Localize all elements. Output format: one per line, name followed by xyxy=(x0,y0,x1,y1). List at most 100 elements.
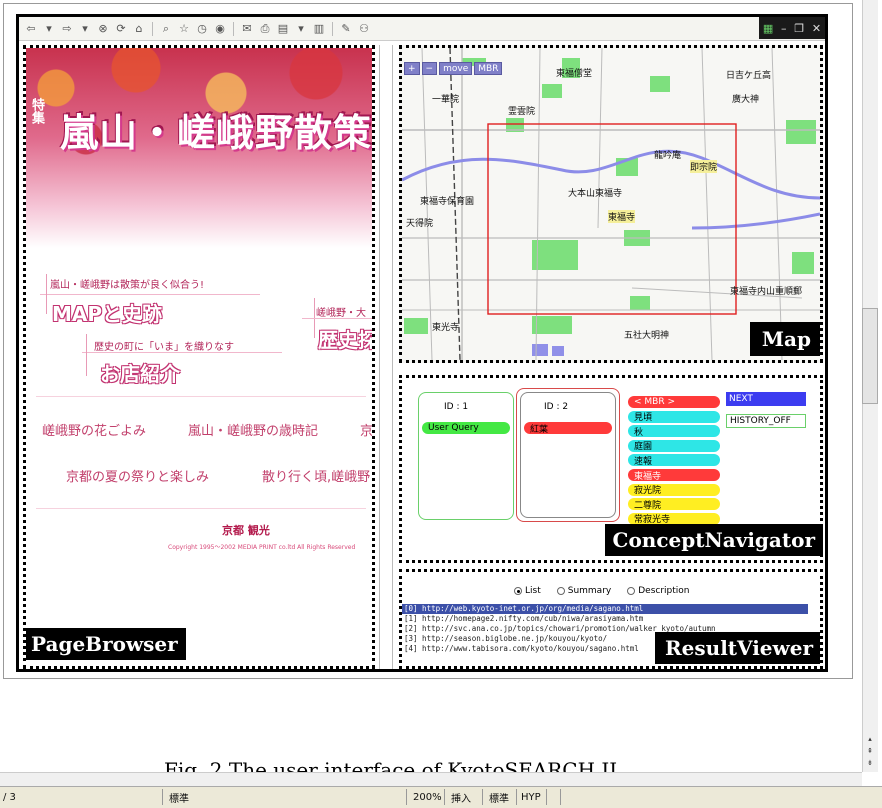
radio-description[interactable]: Description xyxy=(627,586,690,596)
map-place-label[interactable]: 廣大神 xyxy=(732,92,759,105)
map-place-label[interactable]: 龍吟庵 xyxy=(654,148,681,161)
map-place-label[interactable]: 日吉ケ丘高 xyxy=(726,68,771,81)
figure-caption: Fig. 2 The user interface of KyotoSEARCH… xyxy=(164,758,618,772)
map-place-label[interactable]: 東福僧堂 xyxy=(556,66,592,79)
zoom-indicator[interactable]: 200% xyxy=(410,790,442,804)
dropdown-icon[interactable]: ▾ xyxy=(77,21,93,37)
next-button[interactable]: NEXT xyxy=(726,392,806,406)
map-place-label[interactable]: 東福寺内山重順郵 xyxy=(730,284,802,297)
media-icon[interactable]: ◉ xyxy=(212,21,228,37)
map-place-label[interactable]: 東光寺 xyxy=(432,320,459,333)
browser-toolbar: ⇦ ▾ ⇨ ▾ ⊗ ⟳ ⌂ ⌕ ☆ ◷ ◉ ✉ ⎙ ▤ ▾ ▥ ✎ ⚇ ▦ – … xyxy=(19,17,825,41)
vertical-scroll-thumb[interactable] xyxy=(862,308,878,404)
page-browser-pane: 特集 嵐山・嵯峨野散策 嵐山・嵯峨野は散策が良く似合う! MAPと史跡 嵯峨野・… xyxy=(23,45,375,669)
dropdown-icon[interactable]: ▾ xyxy=(293,21,309,37)
minimize-icon[interactable]: – xyxy=(781,22,787,35)
map-place-label[interactable]: 天得院 xyxy=(406,216,433,229)
link-map-history[interactable]: MAPと史跡 xyxy=(52,298,162,327)
concept-box-1-item[interactable]: User Query xyxy=(422,422,510,434)
map-pane: + − move MBR 東福僧堂 日吉ケ丘高 一華院 霊雲院 廣大神 龍吟庵 … xyxy=(399,45,823,363)
dropdown-icon[interactable]: ▾ xyxy=(41,21,57,37)
restore-icon[interactable]: ❐ xyxy=(794,22,804,35)
town-subtitle: 歴史の町に「いま」を織りなす xyxy=(94,342,234,353)
stop-icon[interactable]: ⊗ xyxy=(95,21,111,37)
divider xyxy=(40,294,260,295)
concept-pill[interactable]: 寂光院 xyxy=(628,483,720,496)
reload-icon[interactable]: ⟳ xyxy=(113,21,129,37)
result-viewer-pane: List Summary Description [0] http://web.… xyxy=(399,569,823,669)
concept-pill[interactable]: 秋 xyxy=(628,425,720,438)
concept-pill[interactable]: 速報 xyxy=(628,454,720,467)
kyoto-kanko-logo: 京都 観光 xyxy=(222,524,270,537)
map-place-label[interactable]: 五社大明神 xyxy=(624,328,669,341)
result-row[interactable]: [1] http://homepage2.nifty.com/cub/niwa/… xyxy=(402,614,808,624)
search-icon[interactable]: ⌕ xyxy=(158,21,174,37)
page-banner: 特集 嵐山・嵯峨野散策 xyxy=(26,48,372,248)
result-row[interactable]: [0] http://web.kyoto-inet.or.jp/org/medi… xyxy=(402,604,808,614)
discuss-icon[interactable]: ▥ xyxy=(311,21,327,37)
hyp-mode[interactable]: HYP xyxy=(518,790,541,804)
map-place-label[interactable]: 東福寺 xyxy=(608,210,636,223)
mail-icon[interactable]: ✉ xyxy=(239,21,255,37)
radio-list[interactable]: List xyxy=(514,586,541,596)
mbr-button[interactable]: MBR xyxy=(474,62,503,75)
zoom-out-button[interactable]: − xyxy=(421,62,438,75)
print-icon[interactable]: ⎙ xyxy=(257,21,273,37)
prev-page-icon[interactable]: ⇞ xyxy=(862,746,878,756)
zoom-in-button[interactable]: + xyxy=(404,62,420,75)
map-place-label[interactable]: 即宗院 xyxy=(690,160,718,173)
concept-pill[interactable]: 常寂光寺 xyxy=(628,512,720,525)
banner-tag: 特集 xyxy=(29,98,44,124)
concept-box-2-id: ID : 2 xyxy=(544,402,569,412)
result-viewer-label: ResultViewer xyxy=(655,632,820,664)
map-place-label[interactable]: 一華院 xyxy=(432,92,459,105)
history-toggle[interactable]: HISTORY_OFF xyxy=(726,414,806,428)
edit-icon[interactable]: ▤ xyxy=(275,21,291,37)
link-summer-festivals[interactable]: 京都の夏の祭りと楽しみ xyxy=(66,466,209,485)
radio-summary[interactable]: Summary xyxy=(556,586,611,596)
divider xyxy=(406,789,407,805)
map-toolbar: + − move MBR xyxy=(404,62,503,75)
concept-pill[interactable]: 見頃 xyxy=(628,410,720,423)
next-page-icon[interactable]: ⇟ xyxy=(862,758,878,768)
close-icon[interactable]: ✕ xyxy=(812,22,821,35)
insert-mode[interactable]: 挿入 xyxy=(448,790,471,805)
back-icon[interactable]: ⇦ xyxy=(23,21,39,37)
concept-pill[interactable]: < MBR > xyxy=(628,396,720,408)
favorites-icon[interactable]: ☆ xyxy=(176,21,192,37)
kyotosearch-app: ⇦ ▾ ⇨ ▾ ⊗ ⟳ ⌂ ⌕ ☆ ◷ ◉ ✉ ⎙ ▤ ▾ ▥ ✎ ⚇ ▦ – … xyxy=(16,14,828,672)
link-falling-leaves[interactable]: 散り行く頃,嵯峨野 xyxy=(262,466,370,485)
link-shops[interactable]: お店紹介 xyxy=(100,358,180,387)
concept-pill[interactable]: 庭園 xyxy=(628,439,720,452)
link-flower-calendar[interactable]: 嵯峨野の花ごよみ xyxy=(42,420,146,439)
page-indicator: / 3 xyxy=(3,791,16,803)
horizontal-scrollbar[interactable] xyxy=(0,772,862,786)
concept-box-2-item[interactable]: 紅葉 xyxy=(524,422,612,435)
link-kyoto[interactable]: 京 xyxy=(360,420,372,439)
concept-pill[interactable]: 二尊院 xyxy=(628,498,720,511)
scroll-up-icon[interactable]: ▴ xyxy=(862,734,878,744)
messenger-icon[interactable]: ⚇ xyxy=(356,21,372,37)
right-subtitle: 嵯峨野・大 xyxy=(316,308,366,319)
link-history-walk[interactable]: 歴史探 xyxy=(318,324,372,353)
map-place-label[interactable]: 東福寺保育園 xyxy=(420,194,474,207)
pen-icon[interactable]: ✎ xyxy=(338,21,354,37)
move-button[interactable]: move xyxy=(439,62,473,75)
divider xyxy=(560,789,561,805)
link-seasonal-events[interactable]: 嵐山・嵯峨野の歳時記 xyxy=(188,420,318,439)
standard-mode[interactable]: 標準 xyxy=(486,790,509,805)
forward-icon[interactable]: ⇨ xyxy=(59,21,75,37)
home-icon[interactable]: ⌂ xyxy=(131,21,147,37)
map-place-label[interactable]: 霊雲院 xyxy=(508,104,535,117)
divider xyxy=(546,789,547,805)
status-bar: / 3 標準 200% 挿入 標準 HYP xyxy=(0,786,882,808)
concept-pill[interactable]: 東福寺 xyxy=(628,469,720,482)
map-place-label[interactable]: 大本山東福寺 xyxy=(568,186,622,199)
history-icon[interactable]: ◷ xyxy=(194,21,210,37)
pane-splitter[interactable] xyxy=(379,45,393,669)
divider xyxy=(162,789,163,805)
concept-box-1-id: ID : 1 xyxy=(444,402,469,412)
toolbar-divider xyxy=(332,21,333,36)
divider xyxy=(36,396,366,397)
style-indicator: 標準 xyxy=(169,793,189,805)
